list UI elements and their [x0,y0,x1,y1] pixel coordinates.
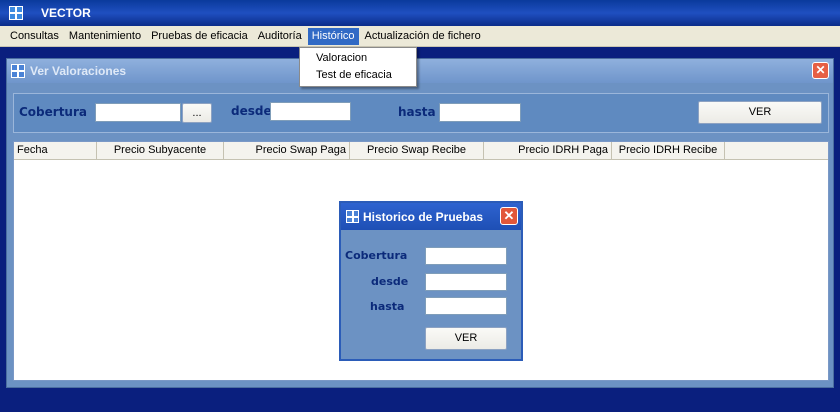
column-header-precio-idrh-paga[interactable]: Precio IDRH Paga [484,142,612,159]
app-titlebar: VECTOR [0,0,840,26]
desde-input[interactable] [270,102,351,121]
menu-bar: Consultas Mantenimiento Pruebas de efica… [0,26,840,47]
column-header-precio-swap-paga[interactable]: Precio Swap Paga [224,142,350,159]
dialog-cobertura-input[interactable] [425,247,507,265]
ver-valoraciones-titlebar: Ver Valoraciones ✕ [7,59,833,83]
column-header-precio-swap-recibe[interactable]: Precio Swap Recibe [350,142,484,159]
dialog-hasta-input[interactable] [425,297,507,315]
column-header-precio-subyacente[interactable]: Precio Subyacente [97,142,224,159]
menu-mantenimiento[interactable]: Mantenimiento [65,28,145,45]
desktop-bottom-strip [0,388,840,412]
grid-header: Fecha Precio Subyacente Precio Swap Paga… [14,142,828,160]
filter-bar: Cobertura ... desde hasta VER [13,93,829,133]
close-icon: ✕ [503,208,515,223]
menu-item-valoracion[interactable]: Valoracion [300,50,416,67]
menu-actualizacion-de-fichero[interactable]: Actualización de fichero [361,28,485,45]
dialog-window-icon [346,210,359,223]
cobertura-input[interactable] [95,103,181,122]
column-header-fecha[interactable]: Fecha [14,142,97,159]
cobertura-label: Cobertura [19,105,87,119]
dialog-titlebar: Historico de Pruebas ✕ [341,203,521,230]
dialog-title: Historico de Pruebas [363,209,484,224]
window-title: Ver Valoraciones [30,64,127,78]
dialog-close-button[interactable]: ✕ [500,207,518,225]
hasta-label: hasta [398,105,436,119]
dialog-desde-input[interactable] [425,273,507,291]
menu-consultas[interactable]: Consultas [6,28,63,45]
browse-cobertura-button[interactable]: ... [182,103,212,123]
desde-label: desde [231,104,272,118]
menu-auditoria[interactable]: Auditoría [254,28,306,45]
hasta-input[interactable] [439,103,521,122]
dialog-ver-button[interactable]: VER [425,327,507,350]
app-title: VECTOR [41,6,91,20]
dialog-hasta-label: hasta [370,300,405,313]
historico-dropdown-menu: Valoracion Test de eficacia [299,47,417,87]
close-window-button[interactable]: ✕ [812,62,829,79]
window-icon [11,64,25,78]
dialog-cobertura-label: Cobertura [345,249,408,262]
app-window-icon [9,6,23,20]
close-icon: ✕ [815,63,826,77]
ver-button[interactable]: VER [698,101,822,124]
historico-de-pruebas-dialog: Historico de Pruebas ✕ Cobertura desde h… [339,201,523,361]
column-header-precio-idrh-recibe[interactable]: Precio IDRH Recibe [612,142,725,159]
menu-pruebas-de-eficacia[interactable]: Pruebas de eficacia [147,28,252,45]
dialog-desde-label: desde [371,275,409,288]
menu-item-test-de-eficacia[interactable]: Test de eficacia [300,67,416,84]
menu-historico[interactable]: Histórico [307,27,359,45]
